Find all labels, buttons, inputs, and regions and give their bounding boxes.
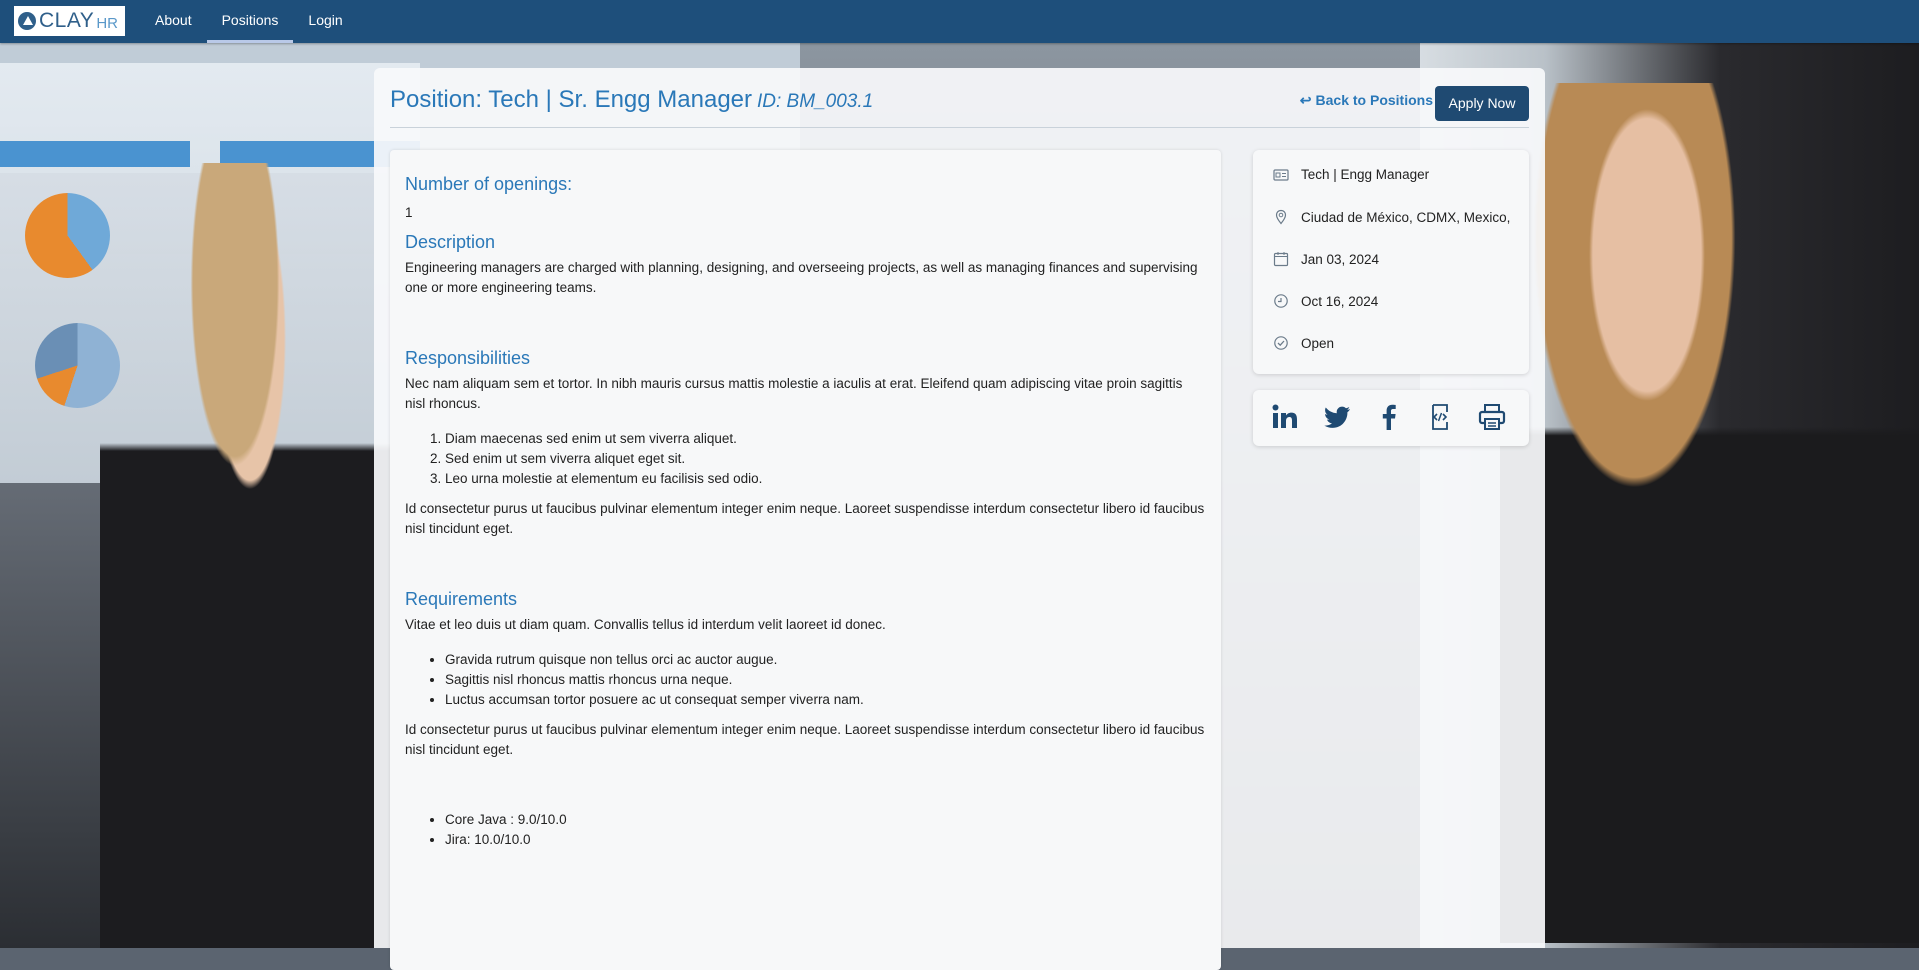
requirements-list: Gravida rutrum quisque non tellus orci a… xyxy=(405,650,1206,710)
description-heading: Description xyxy=(405,232,496,252)
return-arrow-icon: ↩ xyxy=(1299,92,1312,108)
end-date-text: Oct 16, 2024 xyxy=(1301,293,1379,309)
responsibilities-intro: Nec nam aliquam sem et tortor. In nibh m… xyxy=(405,376,1183,411)
logo-suffix: HR xyxy=(96,14,118,32)
list-item: Gravida rutrum quisque non tellus orci a… xyxy=(445,650,1206,670)
description-text: Engineering managers are charged with pl… xyxy=(405,260,1198,295)
nav-login[interactable]: Login xyxy=(293,0,357,43)
skill-item: Jira: 10.0/10.0 xyxy=(445,830,1206,850)
openings-value: 1 xyxy=(405,205,413,220)
apply-now-button[interactable]: Apply Now xyxy=(1435,86,1529,121)
header-divider xyxy=(390,127,1529,128)
end-date-row: Oct 16, 2024 xyxy=(1273,293,1378,309)
requirements-intro: Vitae et leo duis ut diam quam. Convalli… xyxy=(405,617,886,632)
print-icon[interactable] xyxy=(1477,402,1507,432)
check-circle-icon xyxy=(1274,336,1288,350)
share-card xyxy=(1253,390,1529,446)
position-details: Number of openings: 1 Description Engine… xyxy=(390,150,1221,970)
background-pie xyxy=(25,193,110,278)
start-date-text: Jan 03, 2024 xyxy=(1301,251,1380,267)
responsibilities-outro: Id consectetur purus ut faucibus pulvina… xyxy=(405,501,1205,536)
back-to-positions-link[interactable]: ↩ Back to Positions xyxy=(1300,92,1433,109)
page-title: Position: Tech | Sr. Engg Manager xyxy=(390,86,753,113)
list-item: Leo urna molestie at elementum eu facili… xyxy=(445,469,1206,489)
list-item: Luctus accumsan tortor posuere ac ut con… xyxy=(445,690,1206,710)
requirements-outro: Id consectetur purus ut faucibus pulvina… xyxy=(405,722,1205,757)
logo-text: CLAY xyxy=(39,9,95,32)
status-text: Open xyxy=(1301,335,1335,351)
responsibilities-list: Diam maecenas sed enim ut sem viverra al… xyxy=(405,429,1206,489)
twitter-icon[interactable] xyxy=(1322,402,1352,432)
map-pin-icon xyxy=(1275,209,1287,225)
location-row: Ciudad de México, CDMX, Mexico, xyxy=(1273,209,1510,225)
list-item: Diam maecenas sed enim ut sem viverra al… xyxy=(445,429,1206,449)
position-panel: Position: Tech | Sr. Engg Manager ID: BM… xyxy=(374,68,1545,970)
list-item: Sed enim ut sem viverra aliquet eget sit… xyxy=(445,449,1206,469)
position-id: ID: BM_003.1 xyxy=(757,91,874,112)
list-item: Sagittis nisl rhoncus mattis rhoncus urn… xyxy=(445,670,1206,690)
calendar-icon xyxy=(1273,252,1289,267)
embed-code-icon[interactable] xyxy=(1425,402,1455,432)
requirements-heading: Requirements xyxy=(405,589,518,609)
top-navbar: CLAY HR About Positions Login xyxy=(0,0,1919,43)
clayhr-logo[interactable]: CLAY HR xyxy=(14,6,125,36)
id-card-icon xyxy=(1273,168,1289,181)
department-text: Tech | Engg Manager xyxy=(1301,167,1430,182)
nav-links: About Positions Login xyxy=(140,0,358,43)
logo-mark-icon xyxy=(18,12,36,30)
facebook-icon[interactable] xyxy=(1374,402,1404,432)
clock-icon xyxy=(1274,294,1288,308)
background-person-left xyxy=(100,163,400,948)
nav-positions[interactable]: Positions xyxy=(206,0,294,43)
location-text: Ciudad de México, CDMX, Mexico, xyxy=(1301,209,1511,225)
status-row: Open xyxy=(1273,335,1334,351)
background-person-right xyxy=(1500,83,1919,943)
nav-about[interactable]: About xyxy=(140,0,207,43)
skills-list: Core Java : 9.0/10.0 Jira: 10.0/10.0 xyxy=(405,810,1206,850)
skill-item: Core Java : 9.0/10.0 xyxy=(445,810,1206,830)
back-link-label: Back to Positions xyxy=(1315,92,1433,108)
position-summary-card: Tech | Engg Manager Ciudad de México, CD… xyxy=(1253,150,1529,374)
start-date-row: Jan 03, 2024 xyxy=(1273,251,1379,267)
department-row: Tech | Engg Manager xyxy=(1273,167,1429,182)
openings-heading: Number of openings: xyxy=(405,174,573,194)
linkedin-icon[interactable] xyxy=(1270,402,1300,432)
responsibilities-heading: Responsibilities xyxy=(405,348,531,368)
position-header: Position: Tech | Sr. Engg Manager ID: BM… xyxy=(390,86,1529,126)
